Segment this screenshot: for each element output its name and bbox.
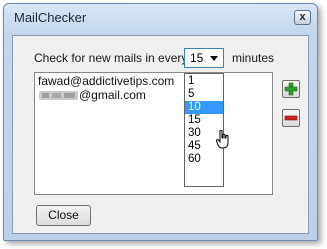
close-icon: x xyxy=(299,11,306,23)
interval-option[interactable]: 15 xyxy=(185,114,223,127)
list-item-text: @gmail.com xyxy=(79,88,146,102)
window-close-button[interactable]: x xyxy=(294,10,311,25)
add-account-button[interactable] xyxy=(282,80,300,98)
list-item[interactable]: @gmail.com xyxy=(38,88,146,102)
interval-option-highlighted[interactable]: 10 xyxy=(185,101,223,114)
interval-combobox[interactable]: 15 xyxy=(184,48,224,68)
chevron-down-icon xyxy=(210,56,218,61)
check-interval-label: Check for new mails in every xyxy=(34,51,188,65)
dialog-body: Check for new mails in every 15 minutes … xyxy=(12,35,309,234)
minus-icon xyxy=(284,115,298,121)
window-title: MailChecker xyxy=(14,10,87,25)
interval-selected-value: 15 xyxy=(190,51,204,65)
title-bar: MailChecker x xyxy=(4,4,317,34)
remove-account-button[interactable] xyxy=(282,109,300,127)
plus-icon xyxy=(284,82,298,96)
redacted-blur xyxy=(39,91,78,100)
interval-option[interactable]: 1 xyxy=(185,75,223,88)
interval-option[interactable]: 5 xyxy=(185,88,223,101)
close-button[interactable]: Close xyxy=(36,205,91,226)
mailchecker-window: MailChecker x Check for new mails in eve… xyxy=(3,3,318,241)
interval-option[interactable]: 60 xyxy=(185,153,223,166)
hand-cursor-icon xyxy=(216,130,229,149)
accounts-list[interactable]: fawad@addictivetips.com @gmail.com xyxy=(34,72,273,195)
minutes-label: minutes xyxy=(232,51,275,65)
list-item[interactable]: fawad@addictivetips.com xyxy=(38,74,174,88)
